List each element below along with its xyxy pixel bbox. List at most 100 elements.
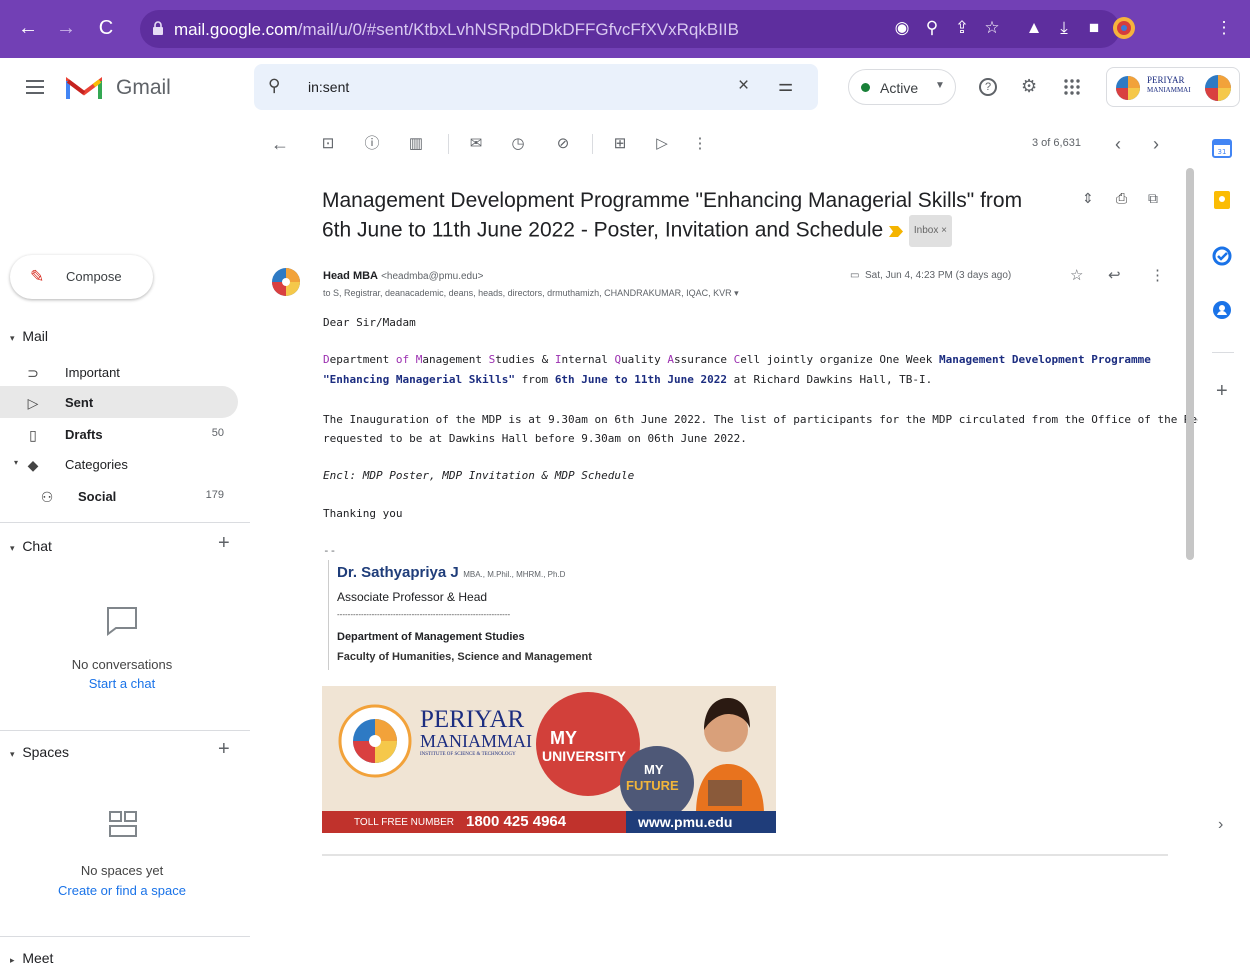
body-paragraph-1: Department of Management Studies & Inter… xyxy=(323,353,1151,366)
older-chevron-right-icon[interactable]: › xyxy=(1146,134,1166,154)
report-spam-icon[interactable]: ⓘ xyxy=(362,134,382,154)
sidebar-item-drafts[interactable]: ▯ Drafts 50 xyxy=(0,418,238,450)
status-selector[interactable]: Active ▼ xyxy=(848,69,956,105)
snooze-clock-icon[interactable]: ◷ xyxy=(508,134,528,154)
search-options-icon[interactable]: ⚌ xyxy=(778,76,793,96)
tollfree-label: TOLL FREE NUMBER xyxy=(354,817,455,828)
tasks-icon[interactable] xyxy=(1212,246,1232,266)
contacts-icon[interactable] xyxy=(1212,300,1232,320)
message-more-icon[interactable]: ⋮ xyxy=(1150,266,1165,284)
lab-flask-icon[interactable]: ▲ xyxy=(1022,16,1046,40)
student-photo xyxy=(678,694,774,814)
show-side-panel-chevron-icon[interactable]: › xyxy=(1218,816,1223,834)
main-menu-icon[interactable] xyxy=(26,80,44,94)
signature-dash: -- xyxy=(323,544,337,557)
open-new-window-icon[interactable]: ⧉ xyxy=(1148,190,1158,207)
toolbar-divider xyxy=(448,134,449,154)
reload-icon[interactable]: C xyxy=(92,14,120,42)
meet-section-header[interactable]: ▸ Meet xyxy=(10,950,53,966)
download-icon[interactable]: ⤓ xyxy=(1052,16,1076,40)
important-marker-icon[interactable] xyxy=(889,225,904,237)
status-label: Active xyxy=(880,80,919,96)
svg-text:31: 31 xyxy=(1218,148,1227,156)
lock-icon xyxy=(152,21,164,35)
sidebar-item-important[interactable]: ⊃ Important xyxy=(0,356,238,388)
create-space-link[interactable]: Create or find a space xyxy=(2,883,242,898)
university-banner-image[interactable]: PERIYAR MANIAMMAI INSTITUTE OF SCIENCE &… xyxy=(322,686,776,833)
signature-name: Dr. Sathyapriya J xyxy=(337,564,459,581)
mail-section-header[interactable]: ▾ Mail xyxy=(10,328,48,344)
new-chat-plus-icon[interactable]: + xyxy=(218,532,230,555)
body-paragraph-2: The Inauguration of the MDP is at 9.30am… xyxy=(323,413,1250,426)
signature-qualifications: MBA., M.Phil., MHRM., Ph.D xyxy=(463,570,566,579)
delete-trash-icon[interactable]: ▥ xyxy=(406,134,426,154)
sidebar-item-social[interactable]: ⚇ Social 179 xyxy=(0,480,238,512)
caret-right-icon: ▸ xyxy=(10,955,15,965)
reply-icon[interactable]: ↩ xyxy=(1108,266,1121,284)
sidebar-item-categories[interactable]: ▾ ◆ Categories xyxy=(0,448,238,480)
share-icon[interactable]: ⇪ xyxy=(950,16,974,40)
zoom-icon[interactable]: ⚲ xyxy=(920,16,944,40)
message-scrollbar-thumb[interactable] xyxy=(1186,168,1194,560)
search-bar[interactable]: ⚲ in:sent × ⚌ xyxy=(254,64,818,110)
settings-gear-icon[interactable]: ⚙ xyxy=(1021,76,1037,97)
help-icon[interactable]: ? xyxy=(979,78,997,96)
compose-button[interactable]: ✎ Compose xyxy=(10,255,153,299)
archive-icon[interactable]: ⊡ xyxy=(318,134,338,154)
section-divider xyxy=(0,522,250,523)
sender-avatar[interactable] xyxy=(271,267,301,297)
banner-brand-subtitle: INSTITUTE OF SCIENCE & TECHNOLOGY xyxy=(420,752,516,757)
org-name-sub: MANIAMMAI xyxy=(1147,86,1191,94)
forward-arrow-icon[interactable]: → xyxy=(52,14,80,42)
start-chat-link[interactable]: Start a chat xyxy=(2,676,242,691)
banner-website: www.pmu.edu xyxy=(638,814,733,830)
caret-down-icon: ▾ xyxy=(10,543,15,553)
side-panel: 31 + › xyxy=(1198,120,1250,856)
label-icon[interactable]: ▷ xyxy=(652,134,672,154)
recipients-line[interactable]: to S, Registrar, deanacademic, deans, he… xyxy=(323,288,739,299)
clear-search-icon[interactable]: × xyxy=(738,75,749,97)
profile-icon[interactable] xyxy=(1112,16,1136,40)
bookmark-star-icon[interactable]: ☆ xyxy=(980,16,1004,40)
chevron-down-icon: ▼ xyxy=(935,80,945,91)
browser-menu-icon[interactable]: ⋮ xyxy=(1212,16,1236,40)
signature-department: Department of Management Studies xyxy=(337,631,525,643)
apps-grid-icon[interactable] xyxy=(1064,79,1080,95)
keep-notes-icon[interactable] xyxy=(1212,190,1232,210)
spaces-grid-icon xyxy=(108,810,138,840)
sender-name[interactable]: Head MBA xyxy=(323,270,378,282)
calendar-icon[interactable]: 31 xyxy=(1212,138,1232,158)
chat-section-header[interactable]: ▾ Chat xyxy=(10,538,52,554)
print-icon[interactable]: ⎙ xyxy=(1116,190,1127,207)
signature-rule: ----------------------------------------… xyxy=(337,610,511,619)
expand-all-icon[interactable]: ⇕ xyxy=(1082,190,1094,207)
people-icon: ⚇ xyxy=(40,489,54,505)
spaces-section-header[interactable]: ▾ Spaces xyxy=(10,744,69,760)
spaces-empty-text: No spaces yet xyxy=(80,863,164,878)
eye-icon[interactable]: ◉ xyxy=(890,16,914,40)
sidepanel-icon[interactable]: ■ xyxy=(1082,16,1106,40)
signature-faculty: Faculty of Humanities, Science and Manag… xyxy=(337,651,592,663)
newer-chevron-left-icon[interactable]: ‹ xyxy=(1108,134,1128,154)
back-to-list-icon[interactable]: ← xyxy=(270,134,290,154)
search-input[interactable]: in:sent xyxy=(308,79,349,95)
new-space-plus-icon[interactable]: + xyxy=(218,738,230,761)
search-icon[interactable]: ⚲ xyxy=(268,76,280,96)
add-task-icon[interactable]: ⊘ xyxy=(552,134,574,154)
chat-bubble-icon xyxy=(106,606,138,636)
mark-unread-icon[interactable]: ✉ xyxy=(466,134,486,154)
move-to-icon[interactable]: ⊞ xyxy=(610,134,630,154)
gmail-logo-icon[interactable] xyxy=(66,75,102,101)
get-addons-plus-icon[interactable]: + xyxy=(1216,380,1228,403)
back-arrow-icon[interactable]: ← xyxy=(14,14,42,42)
account-switcher[interactable]: PERIYAR MANIAMMAI xyxy=(1106,67,1240,107)
banner-brand-name-2: MANIAMMAI xyxy=(420,731,532,751)
send-icon: ▷ xyxy=(27,395,39,411)
inbox-label-chip[interactable]: Inbox × xyxy=(908,215,952,247)
more-options-icon[interactable]: ⋮ xyxy=(692,134,708,154)
star-icon[interactable]: ☆ xyxy=(1070,266,1083,284)
sidebar-item-label: Important xyxy=(65,365,120,380)
sidebar-item-sent[interactable]: ▷ Sent xyxy=(0,386,238,418)
date-text: Sat, Jun 4, 4:23 PM (3 days ago) xyxy=(865,270,1012,281)
email-timestamp: ▭ Sat, Jun 4, 4:23 PM (3 days ago) xyxy=(850,270,1011,281)
